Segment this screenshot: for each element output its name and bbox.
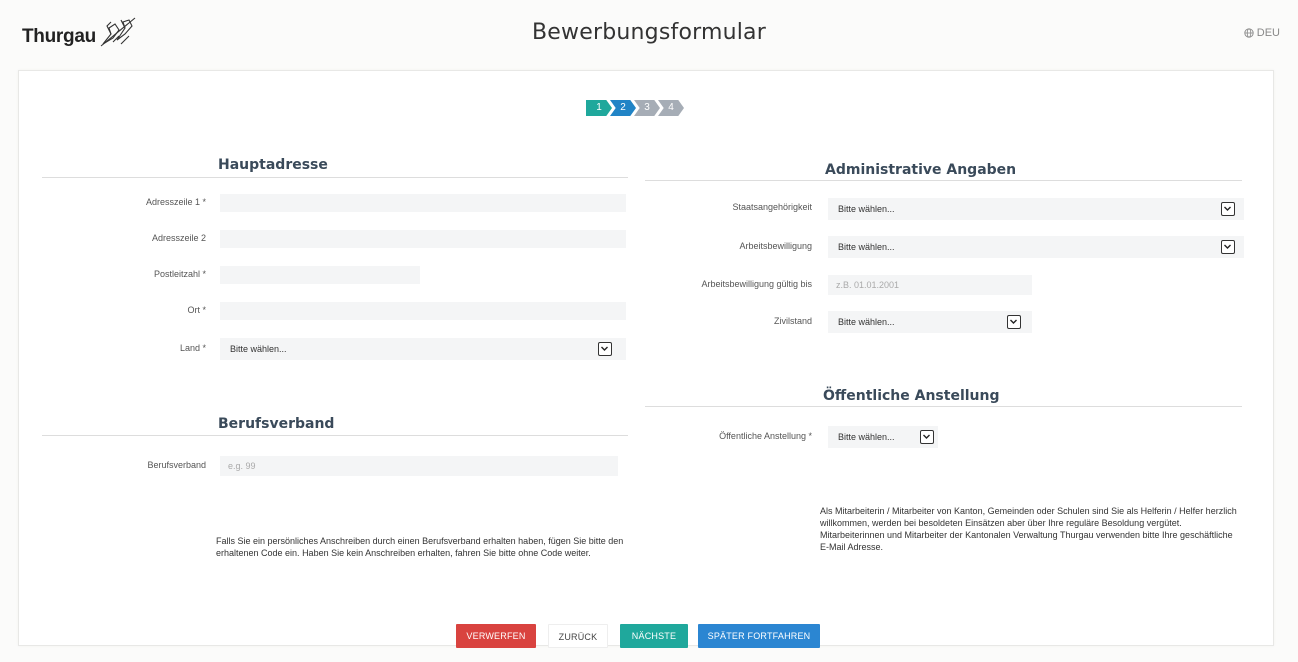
chevron-down-icon[interactable]	[598, 342, 612, 356]
ort-input[interactable]	[220, 302, 626, 320]
land-select[interactable]: Bitte wählen...	[220, 338, 626, 360]
step-indicator: 1 2 3 4	[586, 100, 684, 116]
postleitzahl-input[interactable]	[220, 266, 420, 284]
chevron-down-icon[interactable]	[1221, 202, 1235, 216]
label-staatsangehoerigkeit: Staatsangehörigkeit	[732, 202, 812, 212]
label-ort: Ort *	[187, 305, 206, 315]
staatsangehoerigkeit-value: Bitte wählen...	[838, 204, 895, 214]
label-adresszeile-1: Adresszeile 1 *	[145, 197, 206, 207]
step-4[interactable]: 4	[658, 100, 684, 116]
zivilstand-value: Bitte wählen...	[838, 317, 895, 327]
back-button[interactable]: ZURÜCK	[548, 624, 608, 648]
adresszeile-2-input[interactable]	[220, 230, 626, 248]
divider	[42, 177, 628, 178]
label-berufsverband: Berufsverband	[147, 460, 206, 470]
top-bar: Thurgau Bewerbungsformular DEU	[0, 0, 1298, 62]
oeffentliche-anstellung-select[interactable]: Bitte wählen...	[828, 426, 938, 448]
page-title: Bewerbungsformular	[532, 20, 766, 45]
chevron-down-icon[interactable]	[920, 430, 934, 444]
form-card	[18, 70, 1274, 646]
land-select-value: Bitte wählen...	[230, 344, 287, 354]
step-1[interactable]: 1	[586, 100, 612, 116]
section-title-hauptadresse: Hauptadresse	[218, 157, 328, 173]
label-postleitzahl: Postleitzahl *	[153, 269, 206, 279]
section-title-administrative: Administrative Angaben	[825, 162, 1017, 178]
section-title-berufsverband: Berufsverband	[218, 416, 335, 432]
zivilstand-select[interactable]: Bitte wählen...	[828, 311, 1032, 333]
divider	[42, 435, 628, 436]
discard-button[interactable]: VERWERFEN	[456, 624, 536, 648]
chevron-down-icon[interactable]	[1221, 240, 1235, 254]
arbeitsbewilligung-select[interactable]: Bitte wählen...	[828, 236, 1244, 258]
berufsverband-note: Falls Sie ein persönliches Anschreiben d…	[216, 536, 624, 558]
chevron-down-icon[interactable]	[1007, 315, 1021, 329]
label-arbeitsbewilligung: Arbeitsbewilligung	[739, 241, 812, 251]
label-zivilstand: Zivilstand	[773, 316, 812, 326]
section-title-oeffentliche-anstellung: Öffentliche Anstellung	[823, 388, 1000, 404]
step-2[interactable]: 2	[610, 100, 636, 116]
label-oeffentliche-anstellung: Öffentliche Anstellung *	[719, 431, 812, 441]
step-3[interactable]: 3	[634, 100, 660, 116]
globe-icon	[1244, 28, 1254, 38]
divider	[645, 180, 1242, 181]
arbeitsbewilligung-value: Bitte wählen...	[838, 242, 895, 252]
staatsangehoerigkeit-select[interactable]: Bitte wählen...	[828, 198, 1244, 220]
language-label: DEU	[1256, 27, 1280, 39]
berufsverband-input[interactable]: e.g. 99	[220, 456, 618, 476]
next-button[interactable]: NÄCHSTE	[620, 624, 688, 648]
oeffentliche-anstellung-note: Als Mitarbeiterin / Mitarbeiter von Kant…	[820, 506, 1237, 552]
divider	[645, 406, 1242, 407]
continue-later-button[interactable]: SPÄTER FORTFAHREN	[698, 624, 820, 648]
oeffentliche-anstellung-value: Bitte wählen...	[838, 432, 895, 442]
label-land: Land *	[179, 343, 206, 353]
adresszeile-1-input[interactable]	[220, 194, 626, 212]
language-switcher[interactable]: DEU	[1244, 27, 1280, 39]
gueltig-bis-date-input[interactable]: z.B. 01.01.2001	[828, 275, 1032, 295]
label-arbeitsbewilligung-gueltig-bis: Arbeitsbewilligung gültig bis	[701, 279, 812, 289]
label-adresszeile-2: Adresszeile 2	[151, 233, 206, 243]
